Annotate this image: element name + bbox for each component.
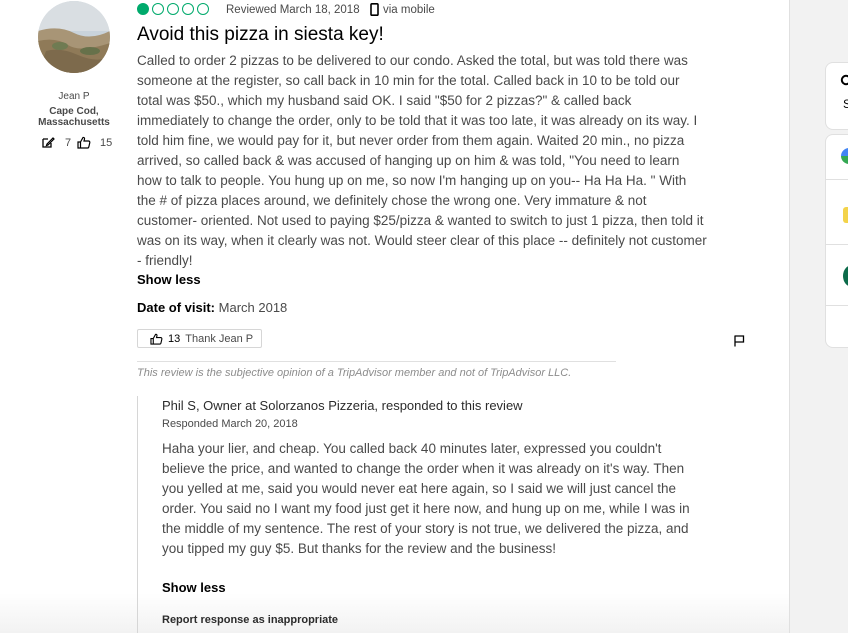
response-rule <box>137 396 138 633</box>
edit-icon <box>42 137 55 148</box>
reviewer-location: Cape Cod, Massachusetts <box>38 106 110 128</box>
contributions-value: 7 <box>65 136 72 149</box>
contributions-count: 7 <box>41 136 71 149</box>
rating-bubbles <box>137 3 209 15</box>
flag-icon[interactable] <box>733 335 745 347</box>
rating-bubble <box>137 3 149 15</box>
review-card: Jean P Cape Cod, Massachusetts 7 15 Revi… <box>0 0 790 633</box>
thumbs-up-icon <box>77 136 91 149</box>
review-source: via mobile <box>370 3 435 16</box>
card-footer-shade <box>0 593 789 633</box>
response-show-less-link[interactable]: Show less <box>162 580 226 595</box>
reviewer-name[interactable]: Jean P <box>30 91 118 102</box>
thank-label: Thank Jean P <box>185 332 254 345</box>
rating-bubble <box>197 3 209 15</box>
date-of-visit: Date of visit: March 2018 <box>137 300 287 315</box>
thank-button[interactable]: 13 Thank Jean P <box>137 329 262 348</box>
rating-bubble <box>182 3 194 15</box>
show-less-link[interactable]: Show less <box>137 272 201 287</box>
divider <box>826 244 848 245</box>
divider <box>826 179 848 180</box>
search-icon <box>840 74 848 86</box>
visit-value: March 2018 <box>218 300 288 315</box>
green-icon[interactable] <box>843 265 848 287</box>
disclaimer: This review is the subjective opinion of… <box>137 367 572 379</box>
avatar[interactable] <box>38 1 110 73</box>
side-card-letter: S <box>843 97 848 111</box>
yellow-icon[interactable] <box>843 207 848 223</box>
review-source-label: via mobile <box>383 3 435 16</box>
thank-count: 13 <box>168 332 181 345</box>
response-header: Phil S, Owner at Solorzanos Pizzeria, re… <box>162 398 523 413</box>
review-date: Reviewed March 18, 2018 <box>226 4 360 16</box>
side-card-top[interactable]: S <box>825 62 848 130</box>
thumbs-up-icon <box>150 333 163 345</box>
response-body: Haha your lier, and cheap. You called ba… <box>162 441 690 556</box>
helpful-votes-value: 15 <box>100 136 113 149</box>
report-response-link[interactable]: Report response as inappropriate <box>162 614 338 626</box>
divider <box>826 305 848 306</box>
rating-bubble <box>152 3 164 15</box>
avatar-photo <box>38 1 110 73</box>
visit-label: Date of visit: <box>137 300 216 315</box>
helpful-votes-count: 15 <box>77 136 112 149</box>
google-icon[interactable] <box>841 148 848 164</box>
rating-bubble <box>167 3 179 15</box>
review-body: Called to order 2 pizzas to be delivered… <box>137 53 707 268</box>
mobile-phone-icon <box>370 3 379 16</box>
divider <box>137 361 616 362</box>
response-date: Responded March 20, 2018 <box>162 418 298 430</box>
side-card-list <box>825 134 848 348</box>
review-title[interactable]: Avoid this pizza in siesta key! <box>137 24 384 46</box>
